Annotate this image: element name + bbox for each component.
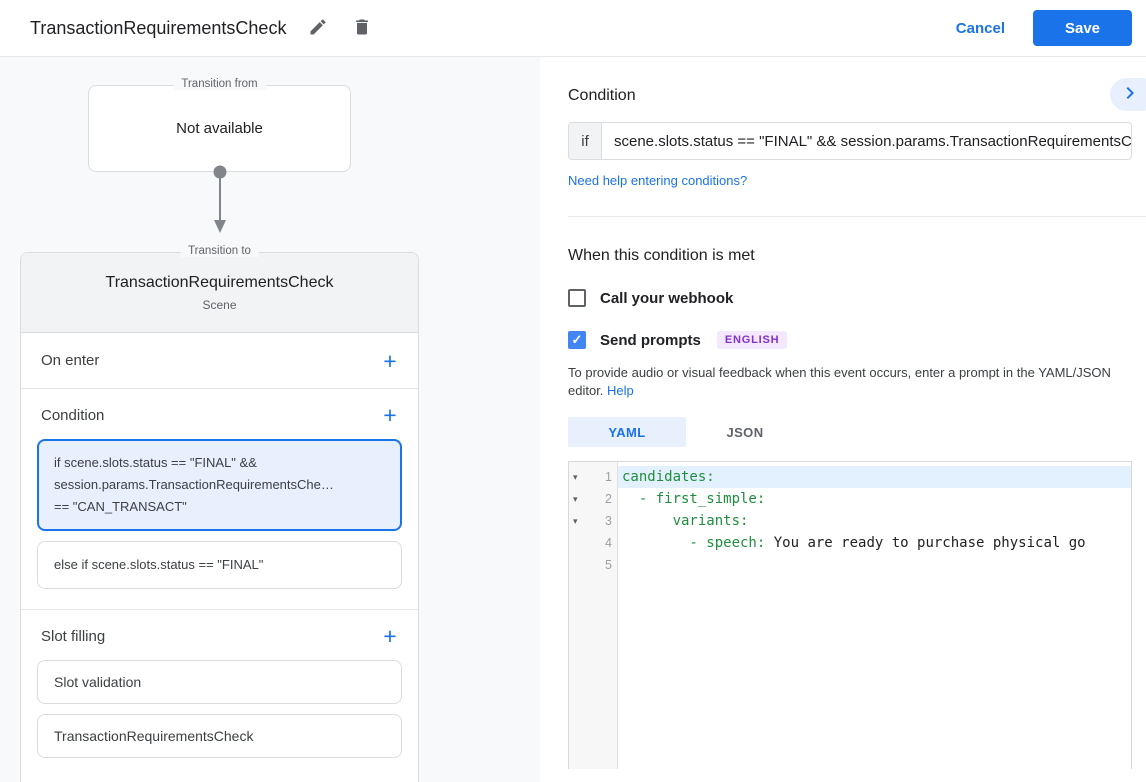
delete-scene-button[interactable] [350, 16, 374, 40]
code-line[interactable]: candidates: [618, 466, 1131, 488]
condition-card[interactable]: else if scene.slots.status == "FINAL" [37, 541, 402, 589]
send-prompts-label: Send prompts [600, 331, 701, 349]
condition-card[interactable]: if scene.slots.status == "FINAL" && sessi… [37, 439, 402, 531]
transition-from-legend: Transition from [173, 78, 266, 90]
slot-card-list: Slot validation TransactionRequirementsCh… [37, 660, 402, 758]
yaml-editor[interactable]: ▾ 1 ▾ 2 ▾ 3 4 5 candidates: - first_simple: var… [568, 461, 1132, 769]
add-on-enter-button[interactable]: + [378, 349, 402, 373]
code-line[interactable]: - first_simple: [618, 488, 1131, 510]
when-met-heading: When this condition is met [568, 247, 755, 264]
transition-from-box: Transition from Not available [88, 78, 351, 172]
fold-arrow-icon[interactable]: ▾ [569, 494, 585, 505]
slot-filling-card[interactable]: TransactionRequirementsCheck [37, 714, 402, 758]
code-line[interactable]: - speech: You are ready to purchase phys… [618, 532, 1131, 554]
edit-title-button[interactable] [306, 16, 330, 40]
slot-filling-card[interactable]: Slot validation [37, 660, 402, 704]
scene-canvas: Transition from Not available Transition… [0, 57, 540, 782]
fold-arrow-icon[interactable]: ▾ [569, 516, 585, 527]
detail-panel: Condition if scene.slots.status == "FINA… [540, 57, 1146, 782]
condition-help-link[interactable]: Need help entering conditions? [568, 173, 747, 188]
scene-card: Transition to TransactionRequirementsChe… [20, 245, 419, 782]
condition-card-list: if scene.slots.status == "FINAL" && sessi… [37, 439, 402, 589]
send-prompts-checkbox[interactable]: ✓ [568, 331, 586, 349]
section-divider [568, 216, 1146, 217]
save-button[interactable]: Save [1033, 10, 1132, 46]
condition-section-label: Condition [41, 406, 105, 424]
top-bar: TransactionRequirementsCheck Cancel Save [0, 0, 1146, 57]
scene-card-header: TransactionRequirementsCheck Scene [21, 253, 418, 333]
code-line[interactable] [618, 554, 1131, 576]
transition-arrow [213, 165, 227, 233]
tab-yaml[interactable]: YAML [568, 417, 686, 447]
language-badge: ENGLISH [716, 331, 788, 349]
condition-section: Condition + if scene.slots.status == "FI… [21, 389, 418, 610]
chevron-right-icon [1118, 81, 1142, 108]
on-enter-label: On enter [41, 352, 100, 369]
line-number: 2 [605, 492, 612, 506]
slot-filling-section-label: Slot filling [41, 627, 106, 645]
scene-name: TransactionRequirementsCheck [105, 274, 334, 291]
line-number: 3 [605, 514, 612, 528]
collapse-panel-button[interactable] [1110, 78, 1146, 111]
on-enter-section: On enter + [21, 333, 418, 389]
call-webhook-checkbox[interactable] [568, 289, 586, 307]
condition-input-group: if scene.slots.status == "FINAL" && sess… [568, 122, 1132, 160]
help-link[interactable]: Help [607, 383, 634, 398]
fold-arrow-icon[interactable]: ▾ [569, 472, 585, 483]
scene-type-label: Scene [202, 298, 237, 312]
prompt-helper-text: To provide audio or visual feedback when… [568, 365, 1111, 398]
add-slot-button[interactable]: + [378, 624, 402, 648]
code-line[interactable]: variants: [618, 510, 1131, 532]
transition-to-legend: Transition to [180, 245, 259, 257]
call-webhook-label: Call your webhook [600, 289, 734, 307]
webhook-row: Call your webhook [568, 289, 1132, 307]
condition-heading: Condition [568, 87, 636, 104]
line-number: 4 [605, 536, 612, 550]
page-title: TransactionRequirementsCheck [30, 17, 287, 38]
slot-filling-section: Slot filling + Slot validation Transactio… [21, 610, 418, 778]
transition-from-value: Not available [176, 120, 263, 137]
line-number: 1 [605, 470, 612, 484]
line-number: 5 [605, 558, 612, 572]
editor-gutter: ▾ 1 ▾ 2 ▾ 3 4 5 [569, 462, 618, 769]
cancel-button[interactable]: Cancel [956, 20, 1005, 37]
condition-expression-input[interactable]: scene.slots.status == "FINAL" && session… [602, 123, 1131, 159]
send-prompts-row: ✓ Send prompts ENGLISH [568, 331, 1132, 349]
add-condition-button[interactable]: + [378, 403, 402, 427]
tab-json[interactable]: JSON [686, 417, 804, 447]
trash-icon [352, 17, 372, 40]
editor-tabs: YAML JSON [568, 417, 1132, 447]
pencil-icon [308, 17, 328, 40]
if-prefix-label: if [569, 123, 602, 159]
editor-code-area[interactable]: candidates: - first_simple: variants: - … [618, 462, 1131, 769]
